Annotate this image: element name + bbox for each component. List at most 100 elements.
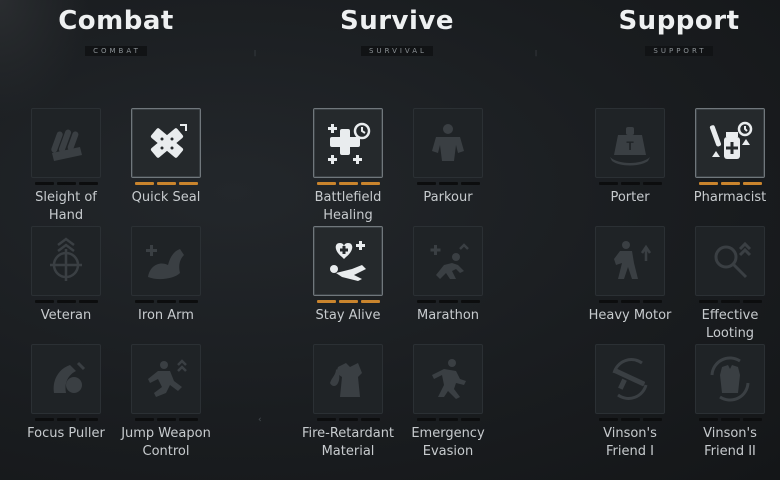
perk-vinsons-friend-i[interactable]: Vinson's Friend I [582,344,678,461]
perk-effective-looting[interactable]: Effective Looting [682,226,778,343]
level-bar [34,418,54,421]
level-bar [620,418,640,421]
bandage-icon [150,124,187,158]
perk-veteran[interactable]: Veteran [18,226,114,325]
medkit-timer-icon [328,122,371,164]
level-bars [300,182,396,185]
perk-quick-seal[interactable]: Quick Seal [118,108,214,207]
scroll-left-marker: ‹ [258,415,262,425]
magnifier-icon [714,241,752,279]
level-bar [742,300,762,303]
perk-emergency-evasion[interactable]: Emergency Evasion [400,344,496,461]
downed-heart-icon [330,241,366,281]
level-bars [582,300,678,303]
level-bar [598,418,618,421]
perk-tile[interactable] [131,226,201,296]
perk-label: Porter [610,190,650,205]
perk-heavy-motor[interactable]: Heavy Motor [582,226,678,325]
perk-iron-arm[interactable]: Iron Arm [118,226,214,325]
perk-tile[interactable] [413,226,483,296]
level-bar [598,182,618,185]
perk-tile[interactable] [131,108,201,178]
level-bar [642,182,662,185]
level-bars [400,300,496,303]
perk-tile[interactable] [131,344,201,414]
divider-marker: | [254,50,257,57]
perk-tile[interactable] [695,108,765,178]
level-bar [460,300,480,303]
perk-tile[interactable] [413,344,483,414]
level-bars [582,182,678,185]
flexed-arm-icon [146,245,184,280]
level-bar [742,182,762,185]
perk-label: Emergency Evasion [411,426,485,459]
column-title: Support [618,6,740,36]
level-bars [682,300,778,303]
level-bar [316,418,336,421]
column-subtitle: SUPPORT [645,46,713,56]
level-bar [178,300,198,303]
jump-soldier-icon [148,359,187,397]
level-bar [178,182,198,185]
level-bar [134,418,154,421]
perk-tile[interactable] [413,108,483,178]
perk-sleight-of-hand[interactable]: Sleight of Hand [18,108,114,225]
perk-jump-weapon-control[interactable]: Jump Weapon Control [118,344,214,461]
perk-label: Veteran [40,308,92,323]
column-subtitle: COMBAT [85,46,147,56]
level-bars [118,182,214,185]
perk-label: Jump Weapon Control [121,426,211,459]
perk-tile[interactable] [595,226,665,296]
level-bar [34,300,54,303]
level-bars [118,418,214,421]
perk-tile[interactable] [313,226,383,296]
level-bar [416,182,436,185]
perk-parkour[interactable]: Parkour [400,108,496,207]
level-bar [338,418,358,421]
perk-tile[interactable] [695,344,765,414]
perk-tile[interactable]: T [595,108,665,178]
bullets-hand-icon [51,129,82,161]
perk-marathon[interactable]: Marathon [400,226,496,325]
perk-tile[interactable] [595,344,665,414]
perk-tile[interactable] [31,108,101,178]
level-bar [178,418,198,421]
weight-icon: T [610,127,650,166]
perk-label: Heavy Motor [588,308,672,323]
level-bar [598,300,618,303]
perk-vinsons-friend-ii[interactable]: Vinson's Friend II [682,344,778,461]
perk-label: Focus Puller [27,426,105,441]
level-bar [360,300,380,303]
level-bar [742,418,762,421]
level-bar [642,418,662,421]
level-bars [300,300,396,303]
perk-tile[interactable] [695,226,765,296]
perk-pharmacist[interactable]: Pharmacist [682,108,778,207]
level-bar [134,300,154,303]
perk-tile[interactable] [313,344,383,414]
perk-label: Pharmacist [693,190,767,205]
perk-battlefield-healing[interactable]: Battlefield Healing [300,108,396,225]
perk-tile[interactable] [313,108,383,178]
level-bar [460,418,480,421]
level-bar [698,418,718,421]
perk-tile[interactable] [31,226,101,296]
perk-focus-puller[interactable]: Focus Puller [18,344,114,443]
level-bar [698,300,718,303]
perk-porter[interactable]: T Porter [582,108,678,207]
perk-label: Battlefield Healing [314,190,382,223]
perk-tile[interactable] [31,344,101,414]
level-bar [156,300,176,303]
level-bar [620,300,640,303]
perk-label: Effective Looting [701,308,759,341]
perk-stay-alive[interactable]: Stay Alive [300,226,396,325]
perk-label: Iron Arm [138,308,194,323]
level-bar [438,300,458,303]
pills-icon [709,121,753,159]
perk-fire-retardant-material[interactable]: Fire-Retardant Material [300,344,396,461]
svg-text:T: T [626,139,634,153]
level-bar [338,300,358,303]
level-bars [400,182,496,185]
sprint-icon [432,359,466,399]
level-bar [416,300,436,303]
